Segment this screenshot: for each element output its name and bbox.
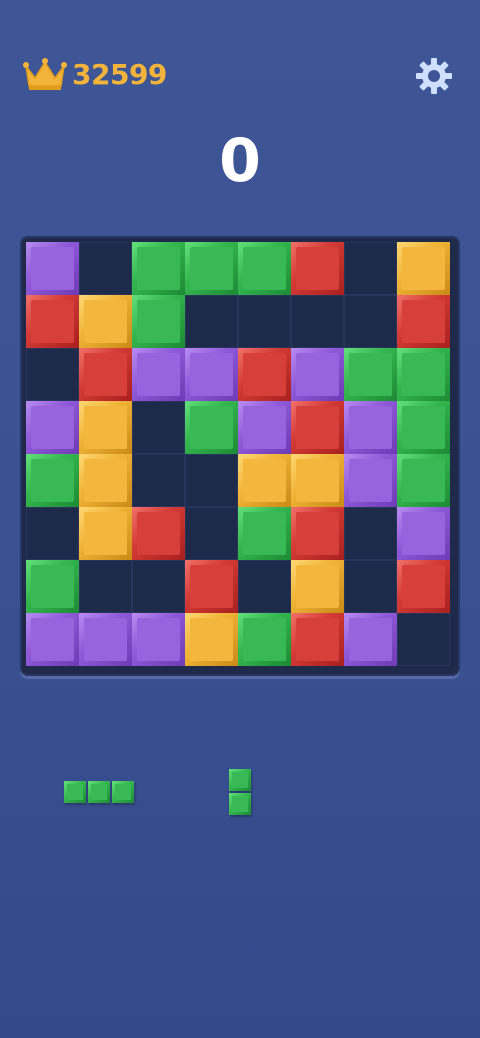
piece-block-green	[64, 781, 86, 803]
board-cell-empty[interactable]	[26, 507, 79, 560]
gear-icon[interactable]	[414, 56, 454, 96]
board-block-purple[interactable]	[26, 613, 79, 666]
board-block-red[interactable]	[185, 560, 238, 613]
board-block-purple[interactable]	[132, 613, 185, 666]
board-block-green[interactable]	[238, 242, 291, 295]
board-block-yellow[interactable]	[291, 560, 344, 613]
board-block-yellow[interactable]	[79, 454, 132, 507]
board-cell-empty[interactable]	[26, 348, 79, 401]
current-score: 0	[219, 126, 261, 196]
board-block-red[interactable]	[238, 348, 291, 401]
board-block-red[interactable]	[79, 348, 132, 401]
board-cell-empty[interactable]	[79, 242, 132, 295]
board-block-yellow[interactable]	[238, 454, 291, 507]
board-block-green[interactable]	[185, 242, 238, 295]
board-block-red[interactable]	[291, 507, 344, 560]
board-block-yellow[interactable]	[397, 242, 450, 295]
board-block-green[interactable]	[344, 348, 397, 401]
piece-block-green	[229, 793, 251, 815]
board-block-red[interactable]	[291, 401, 344, 454]
board-cell-empty[interactable]	[344, 295, 397, 348]
piece-block-green	[112, 781, 134, 803]
board-block-green[interactable]	[185, 401, 238, 454]
board-block-red[interactable]	[397, 560, 450, 613]
board-block-green[interactable]	[132, 242, 185, 295]
board-cell-empty[interactable]	[344, 242, 397, 295]
board-block-green[interactable]	[397, 401, 450, 454]
board-block-red[interactable]	[291, 242, 344, 295]
board-block-purple[interactable]	[79, 613, 132, 666]
board-block-yellow[interactable]	[79, 401, 132, 454]
board-cell-empty[interactable]	[185, 295, 238, 348]
board-block-red[interactable]	[397, 295, 450, 348]
board-block-green[interactable]	[26, 560, 79, 613]
game-board	[20, 236, 460, 676]
board-block-green[interactable]	[26, 454, 79, 507]
board-block-green[interactable]	[397, 348, 450, 401]
piece-block-green	[229, 769, 251, 791]
best-score: 32599	[22, 56, 167, 92]
board-block-yellow[interactable]	[79, 507, 132, 560]
board-block-yellow[interactable]	[291, 454, 344, 507]
board-cell-empty[interactable]	[132, 454, 185, 507]
board-cell-empty[interactable]	[185, 507, 238, 560]
board-cell-empty[interactable]	[79, 560, 132, 613]
board-cell-empty[interactable]	[344, 560, 397, 613]
board-block-green[interactable]	[238, 613, 291, 666]
board-cell-empty[interactable]	[132, 560, 185, 613]
board-cell-empty[interactable]	[344, 507, 397, 560]
board-cell-empty[interactable]	[397, 613, 450, 666]
board-block-purple[interactable]	[26, 242, 79, 295]
board-block-yellow[interactable]	[79, 295, 132, 348]
board-cell-empty[interactable]	[185, 454, 238, 507]
board-block-purple[interactable]	[238, 401, 291, 454]
board-block-purple[interactable]	[344, 401, 397, 454]
piece-block-green	[88, 781, 110, 803]
board-block-purple[interactable]	[185, 348, 238, 401]
board-block-red[interactable]	[132, 507, 185, 560]
board-grid	[26, 242, 454, 670]
best-score-value: 32599	[72, 57, 167, 91]
board-block-green[interactable]	[132, 295, 185, 348]
board-block-green[interactable]	[397, 454, 450, 507]
board-cell-empty[interactable]	[132, 401, 185, 454]
board-block-purple[interactable]	[344, 613, 397, 666]
piece-horizontal-3[interactable]	[64, 781, 136, 805]
board-cell-empty[interactable]	[238, 295, 291, 348]
board-block-red[interactable]	[291, 613, 344, 666]
board-block-purple[interactable]	[397, 507, 450, 560]
board-block-purple[interactable]	[344, 454, 397, 507]
board-cell-empty[interactable]	[238, 560, 291, 613]
piece-vertical-2[interactable]	[229, 769, 253, 817]
board-block-purple[interactable]	[291, 348, 344, 401]
board-block-purple[interactable]	[132, 348, 185, 401]
board-block-yellow[interactable]	[185, 613, 238, 666]
board-cell-empty[interactable]	[291, 295, 344, 348]
board-block-purple[interactable]	[26, 401, 79, 454]
crown-icon	[23, 58, 67, 90]
board-block-red[interactable]	[26, 295, 79, 348]
board-block-green[interactable]	[238, 507, 291, 560]
